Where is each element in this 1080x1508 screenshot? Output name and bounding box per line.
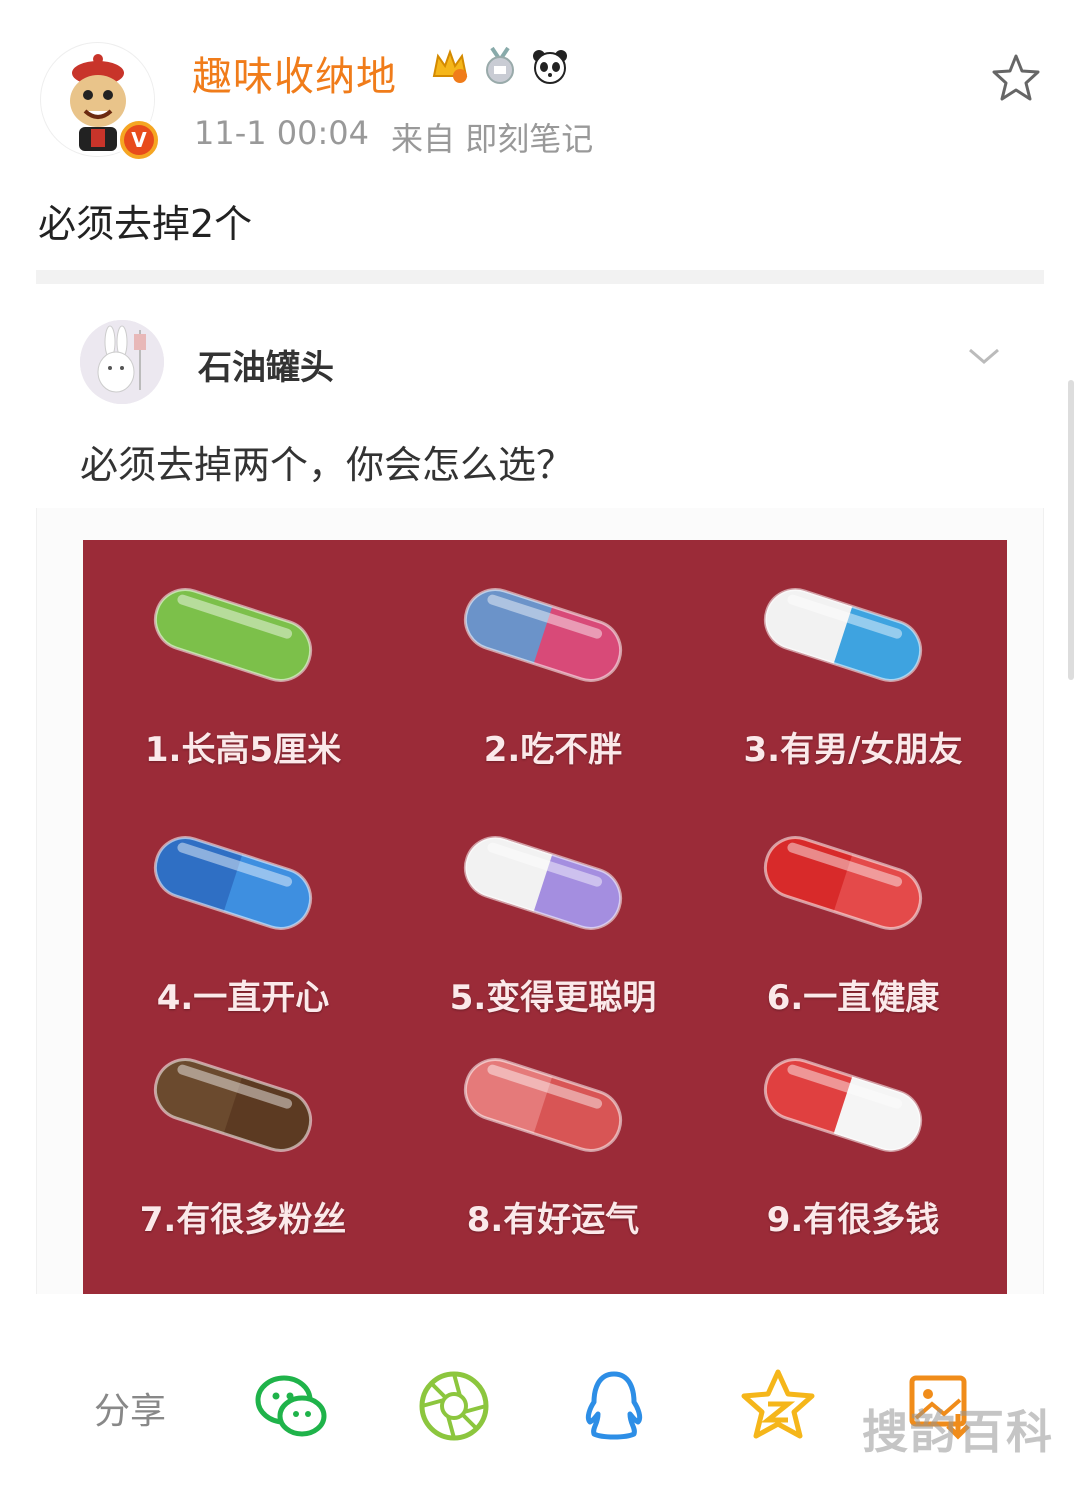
pill-label: 3.有男/女朋友 [743, 730, 963, 770]
repost-author-username[interactable]: 石油罐头 [198, 340, 334, 389]
capsule-pill-icon [457, 829, 629, 937]
capsule-pill-icon [457, 1051, 629, 1159]
pill-label: 9.有很多钱 [766, 1200, 940, 1240]
chevron-down-icon[interactable] [966, 344, 1002, 368]
pill-option-4: 4.一直开心 [93, 818, 393, 1058]
verified-badge-icon: V [117, 118, 161, 162]
wechat-icon[interactable] [252, 1366, 332, 1446]
crown-badge-icon[interactable] [430, 46, 470, 86]
repost-image[interactable]: 1.长高5厘米 2.吃不胖 3.有男/女朋友 4.一直开心 5.变得更聪明 6.一直健康 7… [36, 508, 1044, 1294]
qq-icon[interactable] [574, 1366, 654, 1446]
pill-option-2: 2.吃不胖 [403, 570, 703, 810]
moments-icon[interactable] [414, 1366, 494, 1446]
post-meta: 11-1 00:04 来自 即刻笔记 [194, 114, 593, 160]
pill-option-7: 7.有很多粉丝 [93, 1040, 393, 1280]
pill-option-6: 6.一直健康 [703, 818, 1003, 1058]
user-badges [430, 46, 570, 86]
capsule-pill-icon [147, 829, 319, 937]
medal-badge-icon[interactable] [480, 46, 520, 86]
scrollbar[interactable] [1068, 380, 1074, 680]
repost-author-avatar[interactable] [80, 320, 164, 404]
favorite-star-icon[interactable] [990, 52, 1042, 104]
capsule-pill-icon [457, 581, 629, 689]
pill-option-8: 8.有好运气 [403, 1040, 703, 1280]
pill-choice-image: 1.长高5厘米 2.吃不胖 3.有男/女朋友 4.一直开心 5.变得更聪明 6.一直健康 7… [83, 540, 1007, 1294]
post-timestamp: 11-1 00:04 [194, 114, 370, 152]
share-label: 分享 [94, 1391, 167, 1432]
pill-label: 6.一直健康 [766, 978, 940, 1018]
capsule-pill-icon [147, 1051, 319, 1159]
watermark-text: 搜韵百科 [862, 1405, 1054, 1459]
pill-label: 8.有好运气 [466, 1200, 640, 1240]
source-prefix: 来自 [391, 120, 456, 158]
pill-option-1: 1.长高5厘米 [93, 570, 393, 810]
capsule-pill-icon [757, 1051, 929, 1159]
pill-label: 2.吃不胖 [483, 730, 623, 770]
repost-body-text: 必须去掉两个，你会怎么选？ [80, 443, 575, 487]
capsule-pill-icon [757, 829, 929, 937]
pill-option-3: 3.有男/女朋友 [703, 570, 1003, 810]
pill-label: 7.有很多粉丝 [139, 1200, 347, 1240]
pill-option-5: 5.变得更聪明 [403, 818, 703, 1058]
capsule-pill-icon [147, 581, 319, 689]
pill-label: 1.长高5厘米 [144, 730, 342, 770]
capsule-pill-icon [757, 581, 929, 689]
verified-mark: V [124, 125, 154, 155]
rabbit-avatar-icon [80, 320, 164, 404]
panda-badge-icon[interactable] [530, 46, 570, 86]
pill-label: 5.变得更聪明 [449, 978, 657, 1018]
section-divider [36, 270, 1044, 284]
pill-option-9: 9.有很多钱 [703, 1040, 1003, 1280]
reposted-card[interactable]: 石油罐头 必须去掉两个，你会怎么选？ 1.长高5厘米 2.吃不胖 3.有男/女朋友 4… [36, 284, 1044, 1294]
post-body-text: 必须去掉2个 [38, 202, 253, 246]
pill-label: 4.一直开心 [156, 978, 330, 1018]
post-source[interactable]: 即刻笔记 [465, 120, 593, 158]
qzone-icon[interactable] [738, 1366, 818, 1446]
author-username[interactable]: 趣味收纳地 [192, 44, 397, 102]
